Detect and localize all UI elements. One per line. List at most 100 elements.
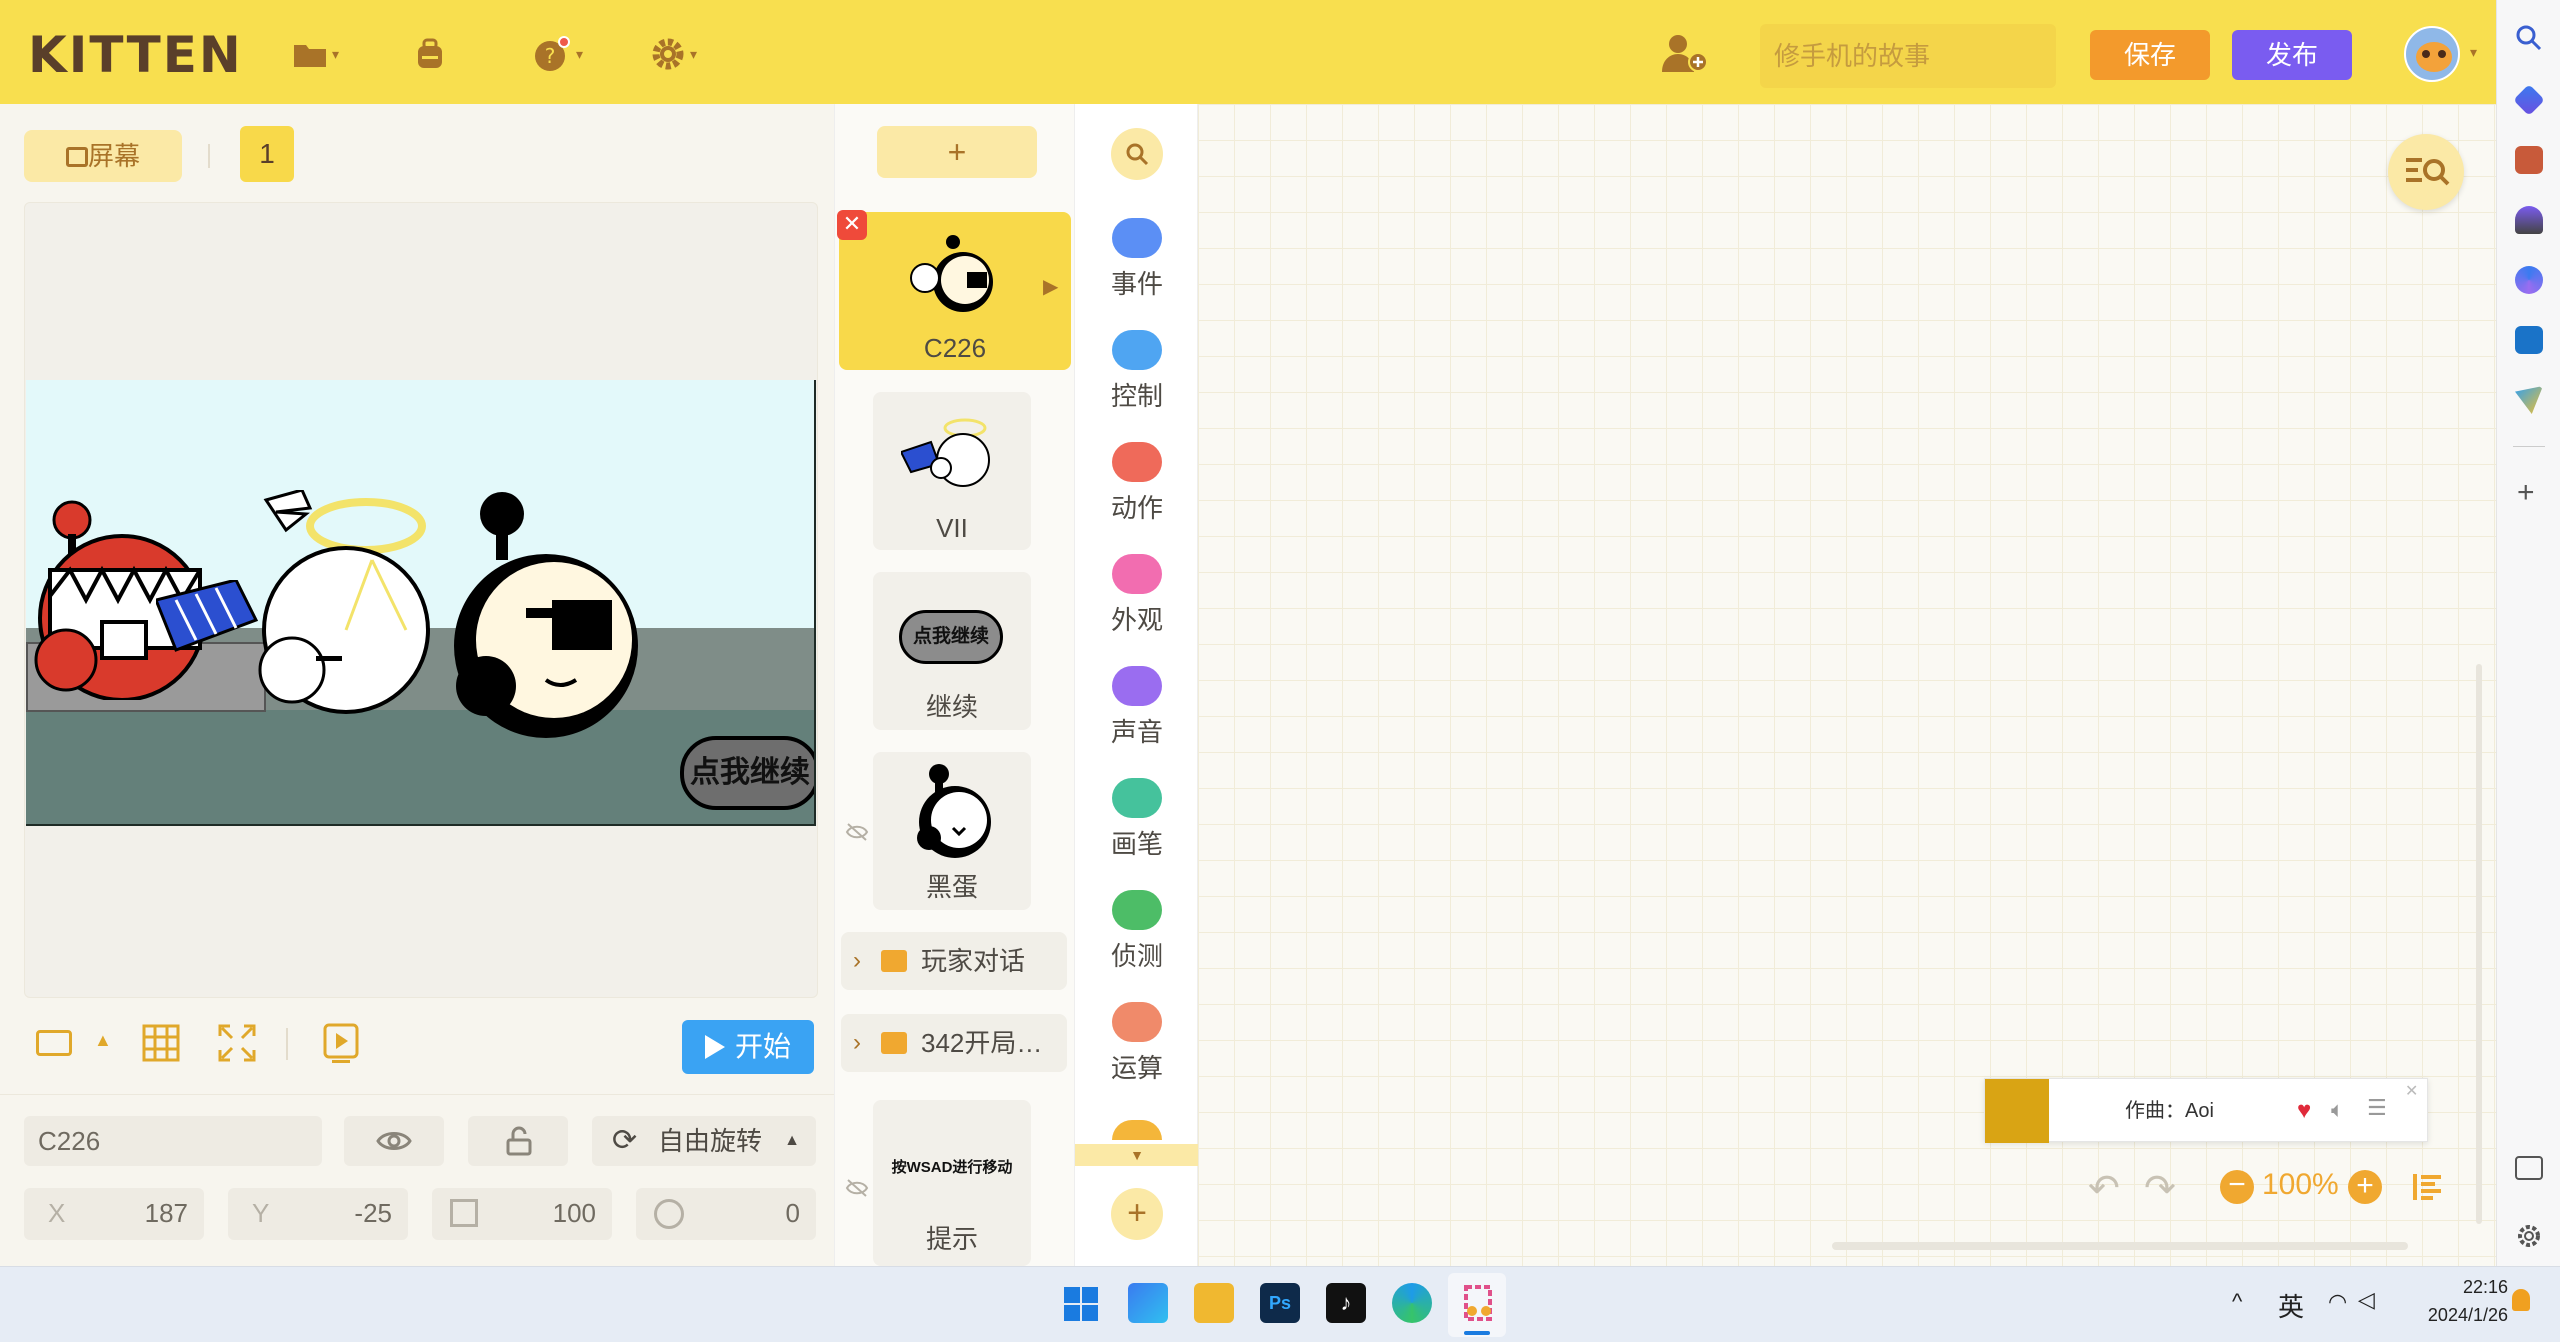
- hidden-eye-icon[interactable]: [845, 822, 869, 842]
- start-button[interactable]: 开始: [682, 1020, 814, 1074]
- add-collaborator-button[interactable]: [1660, 32, 1712, 81]
- chevron-up-icon[interactable]: ▲: [94, 1030, 112, 1051]
- category-sound[interactable]: 声音: [1075, 666, 1199, 749]
- rotation-mode-select[interactable]: ⟳ 自由旋转 ▲: [592, 1116, 816, 1166]
- tiktok-icon[interactable]: ♪: [1326, 1283, 1366, 1323]
- variables-icon[interactable]: [1112, 1120, 1162, 1140]
- fullscreen-icon[interactable]: [218, 1024, 256, 1062]
- outlook-icon[interactable]: [2515, 326, 2543, 354]
- edge-browser-icon[interactable]: [1392, 1283, 1432, 1323]
- sprite-card[interactable]: 点我继续 继续: [873, 572, 1031, 730]
- chevron-down-icon[interactable]: ▾: [2470, 44, 2477, 61]
- wifi-icon[interactable]: ◠: [2328, 1289, 2347, 1315]
- hidden-eye-icon[interactable]: [845, 1178, 869, 1198]
- sprite-folder[interactable]: › 342开局…: [841, 1014, 1067, 1072]
- direction-field[interactable]: 0: [636, 1188, 816, 1240]
- scale-icon: [450, 1199, 478, 1227]
- player-preview-icon[interactable]: [322, 1022, 360, 1064]
- screen-number-tab[interactable]: 1: [240, 126, 294, 182]
- gear-icon[interactable]: [2515, 1222, 2543, 1255]
- category-operators[interactable]: 运算: [1075, 1002, 1199, 1085]
- vertical-scrollbar[interactable]: [2476, 664, 2482, 1224]
- category-control[interactable]: 控制: [1075, 330, 1199, 413]
- category-looks[interactable]: 外观: [1075, 554, 1199, 637]
- speaker-icon[interactable]: ◁: [2358, 1287, 2375, 1313]
- ime-indicator[interactable]: 英: [2278, 1287, 2304, 1324]
- settings-menu-button[interactable]: ▾: [650, 34, 697, 74]
- x-label: X: [48, 1198, 66, 1228]
- copilot-icon[interactable]: [2515, 266, 2543, 294]
- save-button[interactable]: 保存: [2090, 30, 2210, 80]
- category-label: 侦测: [1110, 941, 1163, 971]
- publish-button[interactable]: 发布: [2232, 30, 2352, 80]
- scroll-more-icon[interactable]: ▼: [1075, 1144, 1199, 1166]
- chevron-up-icon[interactable]: ^: [2232, 1289, 2242, 1315]
- clock-time[interactable]: 22:16: [2408, 1277, 2508, 1298]
- search-icon[interactable]: [2515, 24, 2543, 57]
- horizontal-scrollbar[interactable]: [1832, 1242, 2408, 1250]
- user-avatar[interactable]: [2404, 26, 2460, 82]
- windows-start-icon[interactable]: [1064, 1287, 1098, 1321]
- add-extension-button[interactable]: +: [1111, 1188, 1163, 1240]
- undo-icon[interactable]: ↶: [2088, 1166, 2120, 1211]
- chevron-down-icon: ▾: [576, 45, 584, 62]
- visibility-toggle[interactable]: [344, 1116, 444, 1166]
- sprite-card[interactable]: 按WSAD进行移动 提示: [873, 1100, 1031, 1266]
- clock-date[interactable]: 2024/1/26: [2408, 1305, 2508, 1326]
- stage-size-icon[interactable]: [36, 1030, 72, 1056]
- notification-bell-icon[interactable]: [2512, 1289, 2530, 1311]
- sprite-card-selected[interactable]: ✕ ▶ C226: [837, 210, 1071, 370]
- file-menu-button[interactable]: ▾: [292, 34, 339, 74]
- sprite-card[interactable]: VII: [873, 392, 1031, 550]
- category-events[interactable]: 事件: [1075, 218, 1199, 301]
- playlist-icon[interactable]: ☰: [2367, 1095, 2387, 1121]
- send-icon[interactable]: [2515, 386, 2543, 414]
- add-icon[interactable]: +: [2517, 476, 2535, 510]
- backpack-icon: [418, 38, 442, 68]
- continue-stage-button[interactable]: 点我继续: [680, 736, 814, 810]
- block-search-float-button[interactable]: [2388, 134, 2464, 210]
- zoom-out-button[interactable]: −: [2220, 1170, 2254, 1204]
- align-blocks-icon[interactable]: [2412, 1172, 2444, 1202]
- snipping-tool-icon[interactable]: [1458, 1283, 1498, 1323]
- lock-toggle[interactable]: [468, 1116, 568, 1166]
- zoom-in-button[interactable]: +: [2348, 1170, 2382, 1204]
- ai-app-icon[interactable]: [1128, 1283, 1168, 1323]
- file-explorer-icon[interactable]: [1194, 1283, 1234, 1323]
- sprite-name-input[interactable]: C226: [24, 1116, 322, 1166]
- photoshop-icon[interactable]: Ps: [1260, 1283, 1300, 1323]
- volume-icon[interactable]: 🔈︎: [2331, 1097, 2344, 1123]
- category-sensing[interactable]: 侦测: [1075, 890, 1199, 973]
- category-label: 控制: [1110, 381, 1163, 411]
- screen-button-label: 屏幕: [87, 141, 140, 171]
- close-icon[interactable]: ✕: [2405, 1081, 2418, 1101]
- sprite-card[interactable]: 黑蛋: [873, 752, 1031, 910]
- expand-arrow-icon[interactable]: ▶: [1043, 274, 1058, 299]
- help-menu-button[interactable]: ? ▾: [532, 34, 583, 74]
- backpack-button[interactable]: [412, 34, 448, 74]
- search-icon: [1126, 143, 1149, 166]
- screen-button[interactable]: 屏幕: [24, 130, 182, 182]
- delete-sprite-icon[interactable]: ✕: [837, 210, 867, 240]
- chess-icon[interactable]: [2515, 206, 2543, 234]
- heart-icon[interactable]: ♥: [2297, 1097, 2311, 1125]
- category-label: 画笔: [1110, 829, 1163, 859]
- size-field[interactable]: 100: [432, 1188, 612, 1240]
- app-logo: KITTEN: [28, 26, 243, 84]
- redo-icon[interactable]: ↷: [2144, 1166, 2176, 1211]
- top-toolbar: KITTEN ▾ ? ▾ ▾ 修手机的故事 保存 发布 ▾: [0, 0, 2496, 104]
- screenshot-icon[interactable]: [2515, 1156, 2543, 1180]
- tag-icon[interactable]: [2513, 84, 2545, 116]
- x-field[interactable]: X 187: [24, 1188, 204, 1240]
- category-pen[interactable]: 画笔: [1075, 778, 1199, 861]
- project-title-input[interactable]: 修手机的故事: [1760, 24, 2056, 88]
- block-search-button[interactable]: [1111, 128, 1163, 180]
- category-motion[interactable]: 动作: [1075, 442, 1199, 525]
- chevron-right-icon: ›: [853, 1029, 861, 1056]
- add-sprite-button[interactable]: +: [877, 126, 1037, 178]
- briefcase-icon[interactable]: [2515, 146, 2543, 174]
- sprite-folder[interactable]: › 玩家对话: [841, 932, 1067, 990]
- grid-icon[interactable]: [142, 1024, 180, 1062]
- stage-canvas[interactable]: 点我继续: [26, 380, 816, 826]
- y-field[interactable]: Y -25: [228, 1188, 408, 1240]
